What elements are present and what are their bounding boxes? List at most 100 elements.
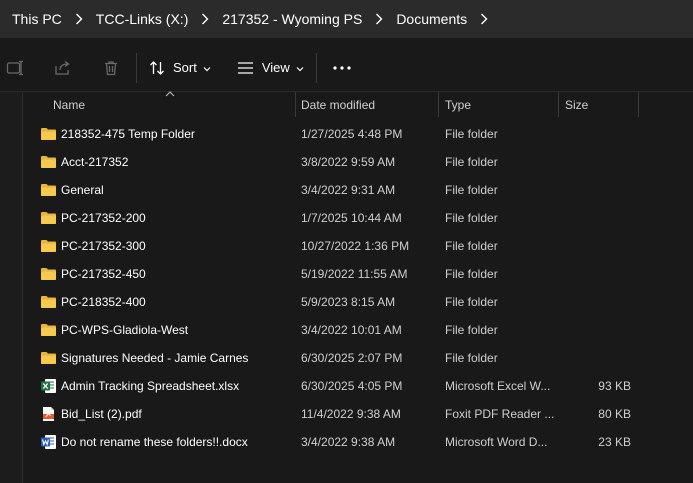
file-date-modified: 10/27/2022 1:36 PM (301, 239, 410, 253)
column-header-date[interactable]: Date modified (301, 92, 375, 117)
breadcrumb-this-pc[interactable]: This PC (12, 11, 62, 27)
column-divider[interactable] (295, 92, 296, 117)
delete-icon[interactable] (98, 55, 124, 81)
file-size (562, 344, 631, 372)
file-size (562, 120, 631, 148)
column-header-name[interactable]: Name (53, 92, 85, 117)
file-type: Foxit PDF Reader ... (445, 407, 555, 421)
chevron-right-icon[interactable] (188, 9, 222, 29)
folder-icon (40, 238, 57, 254)
file-type: File folder (445, 239, 498, 253)
file-row[interactable]: Bid_List (2).pdf 11/4/2022 9:38 AM Foxit P… (22, 400, 693, 428)
file-date-modified: 5/19/2022 11:55 AM (301, 267, 408, 281)
word-icon (40, 434, 57, 450)
file-row[interactable]: PC-217352-450 5/19/2022 11:55 AM File fold… (22, 260, 693, 288)
view-icon (237, 61, 254, 75)
view-label: View (261, 60, 290, 75)
file-name: PC-WPS-Gladiola-West (61, 323, 189, 337)
file-type: File folder (445, 183, 498, 197)
folder-icon (40, 294, 57, 310)
chevron-right-icon[interactable] (62, 9, 96, 29)
file-date-modified: 5/9/2023 8:15 AM (301, 295, 396, 309)
file-row[interactable]: Signatures Needed - Jamie Carnes 6/30/202… (22, 344, 693, 372)
sort-label: Sort (173, 60, 197, 75)
file-size: 80 KB (598, 407, 631, 421)
excel-icon (40, 378, 57, 394)
file-type: File folder (445, 267, 498, 281)
file-size (562, 232, 631, 260)
file-date-modified: 3/4/2022 9:31 AM (301, 183, 396, 197)
sort-icon (149, 60, 165, 76)
file-type: Microsoft Word D... (445, 435, 548, 449)
column-header-type[interactable]: Type (445, 92, 471, 117)
column-divider[interactable] (558, 92, 559, 117)
sort-ascending-icon (165, 86, 175, 100)
sort-button[interactable]: Sort (149, 60, 211, 76)
file-type: File folder (445, 211, 498, 225)
column-divider[interactable] (438, 92, 439, 117)
file-date-modified: 1/27/2025 4:48 PM (301, 127, 403, 141)
breadcrumb-documents[interactable]: Documents (396, 11, 467, 27)
file-date-modified: 11/4/2022 9:38 AM (301, 407, 401, 421)
file-size (562, 204, 631, 232)
view-button[interactable]: View (237, 60, 304, 75)
file-name: PC-217352-450 (61, 267, 146, 281)
file-size (562, 260, 631, 288)
file-type: File folder (445, 323, 498, 337)
chevron-right-icon[interactable] (362, 9, 396, 29)
chevron-right-icon[interactable] (467, 9, 501, 29)
file-name: PC-218352-400 (61, 295, 146, 309)
file-date-modified: 6/30/2025 4:05 PM (301, 379, 403, 393)
file-row[interactable]: PC-217352-300 10/27/2022 1:36 PM File fold… (22, 232, 693, 260)
address-bar[interactable]: This PC TCC-Links (X:) 217352 - Wyoming … (0, 0, 693, 38)
file-row[interactable]: 218352-475 Temp Folder 1/27/2025 4:48 PM F… (22, 120, 693, 148)
column-header-size[interactable]: Size (565, 92, 588, 117)
file-row[interactable]: General 3/4/2022 9:31 AM File folder (22, 176, 693, 204)
file-size (562, 316, 631, 344)
file-row[interactable]: PC-WPS-Gladiola-West 3/4/2022 10:01 AM Fil… (22, 316, 693, 344)
toolbar-separator (315, 52, 317, 83)
file-size (562, 148, 631, 176)
folder-icon (40, 154, 57, 170)
file-name: Admin Tracking Spreadsheet.xlsx (61, 379, 240, 393)
file-type: File folder (445, 351, 498, 365)
folder-icon (40, 126, 57, 142)
file-type: File folder (445, 155, 498, 169)
column-divider[interactable] (638, 92, 639, 117)
file-name: Acct-217352 (61, 155, 129, 169)
breadcrumb-left-edge (0, 9, 12, 29)
folder-icon (40, 266, 57, 282)
file-row[interactable]: PC-218352-400 5/9/2023 8:15 AM File folder (22, 288, 693, 316)
file-name: Signatures Needed - Jamie Carnes (61, 351, 249, 365)
file-date-modified: 6/30/2025 2:07 PM (301, 351, 403, 365)
navigation-pane[interactable] (0, 92, 23, 483)
rename-icon[interactable] (2, 55, 28, 81)
file-row[interactable]: Do not rename these folders!!.docx 3/4/20… (22, 428, 693, 456)
pdf-icon (40, 406, 57, 422)
share-icon[interactable] (50, 55, 76, 81)
column-headers: Name Date modified Type Size (22, 91, 693, 117)
folder-icon (40, 350, 57, 366)
toolbar-separator (136, 52, 137, 83)
chevron-down-icon (203, 60, 211, 75)
file-row[interactable]: Admin Tracking Spreadsheet.xlsx 6/30/2025… (22, 372, 693, 400)
file-name: Do not rename these folders!!.docx (61, 435, 248, 449)
file-type: Microsoft Excel W... (445, 379, 551, 393)
more-icon[interactable] (329, 55, 355, 81)
file-row[interactable]: PC-217352-200 1/7/2025 10:44 AM File folde… (22, 204, 693, 232)
breadcrumb-project[interactable]: 217352 - Wyoming PS (222, 11, 362, 27)
file-name: Bid_List (2).pdf (61, 407, 142, 421)
file-date-modified: 1/7/2025 10:44 AM (301, 211, 402, 225)
file-size (562, 176, 631, 204)
file-size (562, 288, 631, 316)
chevron-down-icon (296, 60, 304, 75)
file-date-modified: 3/8/2022 9:59 AM (301, 155, 396, 169)
breadcrumb-drive[interactable]: TCC-Links (X:) (96, 11, 189, 27)
command-bar: Sort View (0, 44, 693, 92)
file-type: File folder (445, 295, 498, 309)
file-size: 93 KB (598, 379, 631, 393)
folder-icon (40, 182, 57, 198)
folder-icon (40, 210, 57, 226)
file-row[interactable]: Acct-217352 3/8/2022 9:59 AM File folder (22, 148, 693, 176)
file-name: General (61, 183, 104, 197)
